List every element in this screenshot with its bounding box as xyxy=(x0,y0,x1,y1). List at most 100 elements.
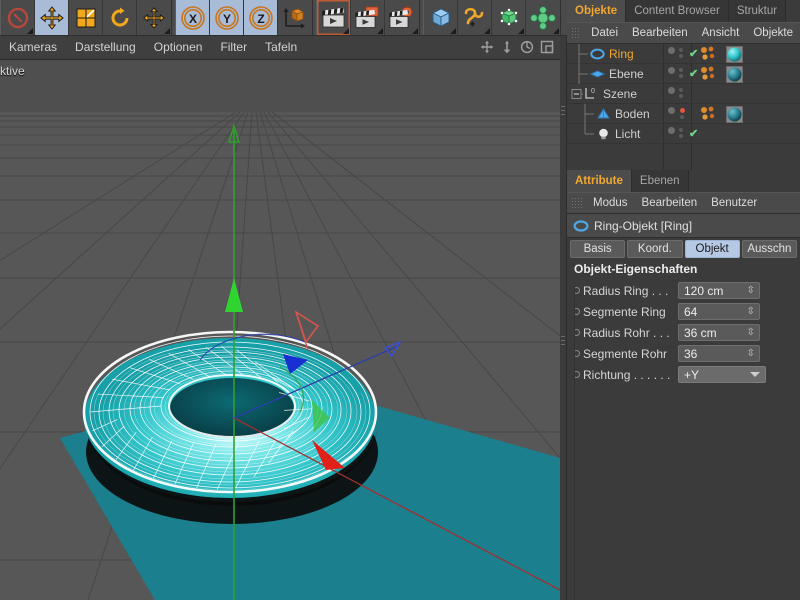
radius-ring-input[interactable]: 120 cm ⇳ xyxy=(678,282,760,299)
panel-resize-rail[interactable] xyxy=(560,36,567,600)
dolly-icon[interactable] xyxy=(500,40,514,54)
z-axis-icon: Z xyxy=(248,5,273,30)
flyout-corner-icon xyxy=(484,28,490,34)
modeling-objects-button[interactable] xyxy=(526,0,560,35)
tag-dots-icon[interactable] xyxy=(699,46,721,62)
render-settings-button[interactable] xyxy=(385,0,419,35)
render-picture-icon xyxy=(354,6,378,28)
om-menu-objekte[interactable]: Objekte xyxy=(746,27,800,39)
world-coordinates-button[interactable] xyxy=(278,0,312,35)
y-axis-lock-button[interactable]: Y xyxy=(210,0,244,35)
table-row[interactable]: Ebene ✔ xyxy=(567,63,800,84)
viewport-menu-darstellung[interactable]: Darstellung xyxy=(66,36,145,59)
panel-grip-icon[interactable] xyxy=(571,197,583,209)
am-menu-modus[interactable]: Modus xyxy=(586,197,635,209)
visibility-check-icon[interactable]: ✔ xyxy=(689,67,698,80)
floor-object-icon xyxy=(597,107,610,118)
tab-content-browser[interactable]: Content Browser xyxy=(626,0,729,22)
property-radius-rohr: Radius Rohr . . . 36 cm ⇳ xyxy=(567,322,800,343)
table-row[interactable]: Boden xyxy=(567,103,800,124)
render-to-picture-button[interactable] xyxy=(351,0,385,35)
richtung-dropdown[interactable]: +Y xyxy=(678,366,766,383)
primitive-cube-button[interactable] xyxy=(424,0,458,35)
move-tool-button[interactable] xyxy=(35,0,69,35)
panel-grip-icon[interactable] xyxy=(571,27,582,39)
orbit-icon[interactable] xyxy=(520,40,534,54)
tab-attribute[interactable]: Attribute xyxy=(567,170,632,192)
expand-collapse-icon[interactable] xyxy=(571,84,583,104)
rotate-tool-button[interactable] xyxy=(103,0,137,35)
spinner-icon[interactable]: ⇳ xyxy=(747,284,755,298)
render-settings-icon xyxy=(389,5,414,28)
z-axis-lock-button[interactable]: Z xyxy=(244,0,278,35)
svg-text:Y: Y xyxy=(222,12,230,26)
flyout-corner-icon xyxy=(518,28,524,34)
tab-struktur[interactable]: Struktur xyxy=(728,0,787,22)
flyout-corner-icon xyxy=(164,28,170,34)
chevron-down-icon[interactable] xyxy=(750,372,760,377)
attribute-object-title: Ring-Objekt [Ring] xyxy=(594,218,693,233)
toolbar-group-render xyxy=(316,0,420,35)
nurbs-icon xyxy=(499,7,518,26)
am-menu-bearbeiten[interactable]: Bearbeiten xyxy=(635,197,705,209)
spinner-icon[interactable]: ⇳ xyxy=(747,347,755,361)
table-row[interactable]: Ring ✔ xyxy=(567,44,800,64)
scale-tool-button[interactable] xyxy=(69,0,103,35)
viewport-3d-scene[interactable] xyxy=(0,60,560,600)
viewport-menu-optionen[interactable]: Optionen xyxy=(145,36,212,59)
maximize-icon[interactable] xyxy=(540,40,554,54)
object-tree[interactable]: Ring ✔ Ebene ✔ 0 Szene Boden Licht ✔ xyxy=(567,44,800,170)
otab-koord[interactable]: Koord. xyxy=(627,240,683,258)
om-menu-bearbeiten[interactable]: Bearbeiten xyxy=(625,27,695,39)
move-axis-tool-button[interactable] xyxy=(137,0,171,35)
spinner-icon[interactable]: ⇳ xyxy=(747,326,755,340)
flyout-corner-icon xyxy=(377,28,383,34)
world-coord-icon xyxy=(283,7,305,28)
viewport-menu-tafeln[interactable]: Tafeln xyxy=(256,36,306,59)
viewport-menu-kameras[interactable]: Kameras xyxy=(0,36,66,59)
om-menu-datei[interactable]: Datei xyxy=(584,27,625,39)
spline-icon xyxy=(464,7,483,26)
property-richtung: Richtung . . . . . . +Y xyxy=(567,364,800,385)
light-object-icon xyxy=(599,128,608,139)
flyout-corner-icon xyxy=(412,28,418,34)
attribute-scroll-column[interactable] xyxy=(567,286,575,600)
attribute-object-tabs: Basis Koord. Objekt Ausschn xyxy=(567,238,800,258)
property-label: Segmente Ring xyxy=(583,304,666,319)
toolbar-group-objects xyxy=(423,0,561,35)
material-swatch[interactable] xyxy=(726,46,743,63)
visibility-check-icon[interactable]: ✔ xyxy=(689,127,698,140)
tree-branch-end-icon xyxy=(584,123,594,134)
spline-tools-button[interactable] xyxy=(458,0,492,35)
otab-basis[interactable]: Basis xyxy=(570,240,626,258)
render-view-button[interactable] xyxy=(317,0,351,35)
toolbar-group-transform xyxy=(0,0,172,35)
tree-branch-icon xyxy=(584,103,594,124)
segmente-ring-input[interactable]: 64 ⇳ xyxy=(678,303,760,320)
otab-objekt[interactable]: Objekt xyxy=(684,240,740,258)
property-label: Richtung . . . . . . xyxy=(583,367,671,382)
viewport-menu-filter[interactable]: Filter xyxy=(211,36,256,59)
material-swatch[interactable] xyxy=(726,66,743,83)
undo-button[interactable] xyxy=(1,0,35,35)
om-menu-ansicht[interactable]: Ansicht xyxy=(695,27,747,39)
spinner-icon[interactable]: ⇳ xyxy=(747,305,755,319)
tag-dots-icon[interactable] xyxy=(699,66,721,82)
am-menu-benutzer[interactable]: Benutzer xyxy=(704,197,764,209)
tab-objekte[interactable]: Objekte xyxy=(567,0,627,22)
cinema4d-window: X Y Z Kameras Darstellung Optionen Filte… xyxy=(0,0,800,600)
viewport-panel[interactable]: Kameras Darstellung Optionen Filter Tafe… xyxy=(0,36,560,600)
table-row[interactable]: Licht ✔ xyxy=(567,123,800,144)
tree-branch-icon xyxy=(578,44,588,64)
otab-ausschnitt[interactable]: Ausschn xyxy=(741,240,797,258)
x-axis-lock-button[interactable]: X xyxy=(176,0,210,35)
radius-rohr-input[interactable]: 36 cm ⇳ xyxy=(678,324,760,341)
nurbs-button[interactable] xyxy=(492,0,526,35)
tag-dots-icon[interactable] xyxy=(699,106,721,122)
pan-icon[interactable] xyxy=(480,40,494,54)
segmente-rohr-input[interactable]: 36 ⇳ xyxy=(678,345,760,362)
tab-ebenen[interactable]: Ebenen xyxy=(631,170,689,192)
visibility-check-icon[interactable]: ✔ xyxy=(689,47,698,60)
table-row[interactable]: 0 Szene xyxy=(567,84,800,104)
material-swatch[interactable] xyxy=(726,106,743,123)
